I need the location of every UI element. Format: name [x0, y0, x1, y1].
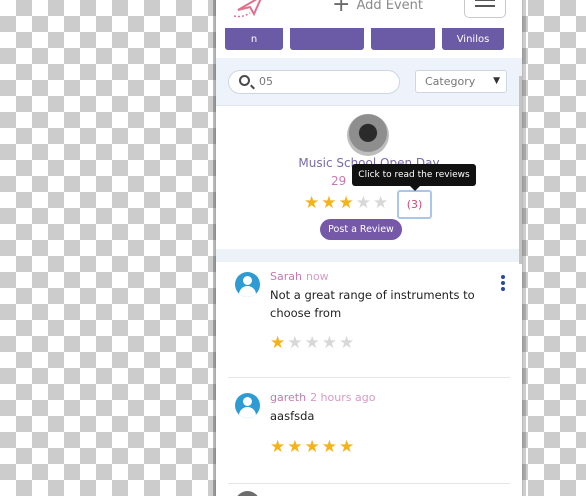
add-event-label: Add Event: [356, 0, 423, 13]
search-box: [228, 70, 400, 94]
star-icon: ★: [355, 193, 371, 213]
category-chip[interactable]: n: [225, 28, 283, 50]
plus-icon: +: [332, 0, 351, 17]
avatar: [235, 491, 260, 496]
review-text: Not a great range of instruments to choo…: [270, 288, 475, 320]
star-icon: ★: [304, 437, 320, 457]
star-icon: ★: [321, 333, 337, 353]
review-time: 2 hours ago: [310, 391, 376, 404]
review-count-link[interactable]: (3): [397, 190, 432, 219]
reviews-tooltip: Click to read the reviews: [352, 164, 476, 191]
avatar: [235, 272, 260, 297]
phone-frame-right: [522, 0, 526, 496]
divider: [228, 483, 510, 484]
avatar: [235, 393, 260, 418]
post-review-button[interactable]: Post a Review: [320, 219, 402, 240]
reviewer-name-text: Sarah: [270, 270, 302, 283]
star-icon: ★: [373, 193, 389, 213]
reviewer-name: gareth 2 hours ago: [270, 391, 375, 404]
review-rating: ★ ★ ★ ★ ★: [270, 335, 354, 352]
chevron-down-icon: ▼: [493, 76, 500, 86]
star-icon: ★: [339, 437, 355, 457]
star-icon: ★: [270, 333, 286, 353]
scrollbar[interactable]: [519, 76, 522, 264]
star-icon: ★: [321, 437, 337, 457]
logo-icon[interactable]: [230, 0, 270, 20]
category-chips: n Vinilos: [216, 24, 522, 58]
review-rating: ★ ★ ★ ★ ★: [270, 439, 354, 456]
star-icon: ★: [304, 193, 320, 213]
event-rating: ★ ★ ★ ★ ★: [304, 195, 388, 212]
star-icon: ★: [270, 437, 286, 457]
star-icon: ★: [339, 333, 355, 353]
event-image: [347, 114, 389, 156]
review-time: now: [305, 270, 329, 283]
star-icon: ★: [287, 437, 303, 457]
category-select[interactable]: Category ▼: [415, 70, 507, 93]
star-icon: ★: [304, 333, 320, 353]
reviewer-name: Sarah now: [270, 270, 329, 283]
category-chip[interactable]: Vinilos: [442, 28, 504, 50]
review-text: aasfsda: [270, 409, 315, 423]
review-item: gareth 2 hours ago aasfsda ★ ★ ★ ★ ★: [216, 378, 522, 484]
star-icon: ★: [287, 333, 303, 353]
app-screen: + Add Event n Vinilos Category ▼ Music S…: [216, 0, 522, 496]
more-options-icon[interactable]: [499, 275, 507, 293]
star-icon: ★: [338, 193, 354, 213]
top-bar: + Add Event: [216, 0, 522, 24]
category-chip[interactable]: [371, 28, 435, 50]
category-chip[interactable]: [290, 28, 364, 50]
search-input[interactable]: [259, 75, 389, 88]
reviewer-name-text: gareth: [270, 391, 307, 404]
star-icon: ★: [321, 193, 337, 213]
search-row: Category ▼: [216, 58, 522, 106]
review-item: Sarah now Not a great range of instrument…: [216, 262, 522, 378]
hamburger-menu-button[interactable]: [464, 0, 506, 18]
add-event-button[interactable]: + Add Event: [332, 0, 423, 16]
section-divider: [216, 249, 522, 262]
event-card: Music School Open Day 29 ★ ★ ★ ★ ★ (3) C…: [216, 107, 522, 249]
category-select-value: Category: [425, 75, 476, 88]
event-date: 29: [331, 174, 347, 188]
search-icon: [239, 75, 250, 86]
